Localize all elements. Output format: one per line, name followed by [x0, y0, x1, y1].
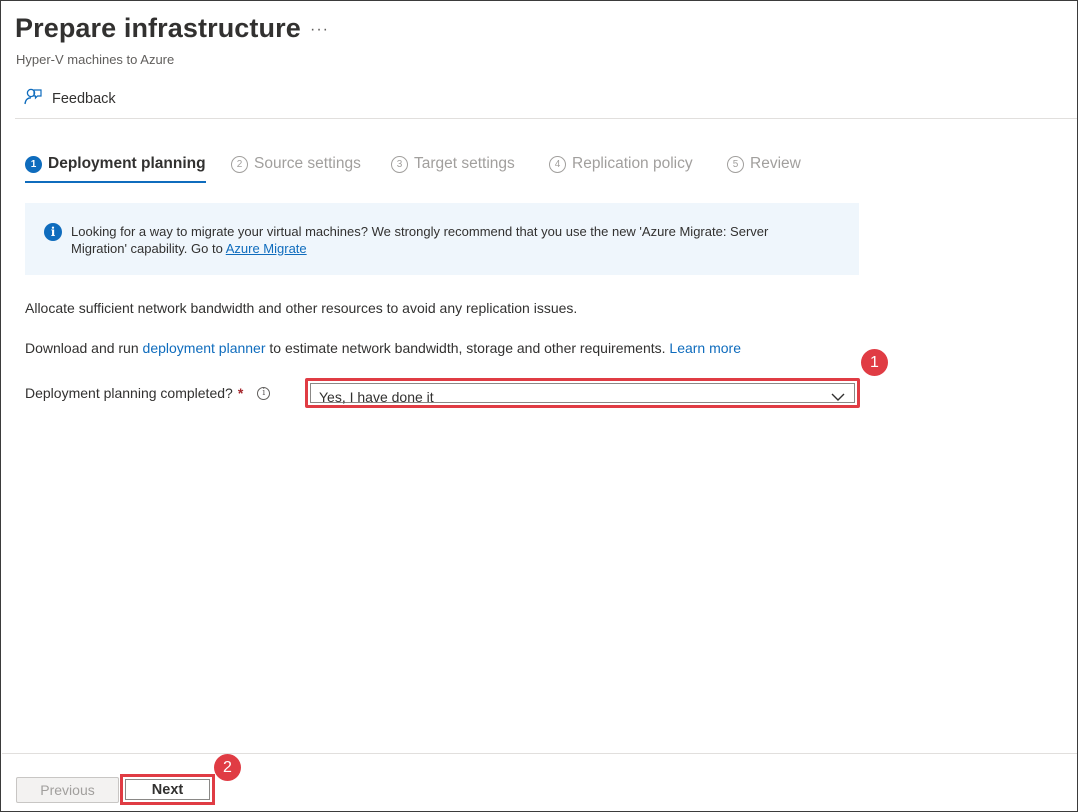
header-divider	[15, 118, 1077, 119]
step-number: 2	[231, 155, 248, 173]
step-label: Review	[750, 155, 801, 172]
previous-button[interactable]: Previous	[16, 777, 119, 803]
step-target-settings[interactable]: 3 Target settings	[391, 149, 515, 179]
step-number: 3	[391, 155, 408, 173]
deployment-planner-link[interactable]: deployment planner	[143, 340, 266, 356]
step-number: 1	[25, 155, 42, 173]
info-banner: i Looking for a way to migrate your virt…	[25, 203, 859, 275]
chevron-down-icon	[830, 390, 846, 409]
step-label: Source settings	[254, 155, 361, 172]
learn-more-link[interactable]: Learn more	[669, 340, 741, 356]
page-title: Prepare infrastructure	[15, 13, 301, 43]
next-button-highlight[interactable]: Next	[120, 774, 215, 805]
feedback-person-icon	[23, 87, 43, 111]
planner-paragraph: Download and run deployment planner to e…	[25, 340, 741, 356]
more-options-button[interactable]: ···	[310, 21, 329, 39]
planner-text-prefix: Download and run	[25, 340, 143, 356]
info-text-line1: Looking for a way to migrate your virtua…	[71, 224, 769, 239]
deployment-planning-dropdown[interactable]: Yes, I have done it	[305, 378, 860, 408]
step-review[interactable]: 5 Review	[727, 149, 801, 179]
next-button[interactable]: Next	[125, 779, 210, 800]
planner-text-suffix: to estimate network bandwidth, storage a…	[265, 340, 670, 356]
step-source-settings[interactable]: 2 Source settings	[231, 149, 361, 179]
step-label: Replication policy	[572, 155, 693, 172]
azure-migrate-link[interactable]: Azure Migrate	[226, 241, 307, 256]
feedback-button[interactable]: Feedback	[23, 87, 116, 111]
info-banner-text: Looking for a way to migrate your virtua…	[71, 223, 841, 257]
annotation-badge-2: 2	[214, 754, 241, 781]
info-tooltip-icon[interactable]: i	[257, 386, 271, 400]
field-label-text: Deployment planning completed?	[25, 385, 233, 401]
step-label: Target settings	[414, 155, 515, 172]
step-number: 5	[727, 155, 744, 173]
required-mark: *	[237, 385, 244, 401]
footer-divider	[2, 753, 1077, 754]
deployment-planning-label: Deployment planning completed? * i	[25, 385, 271, 401]
info-icon: i	[44, 223, 62, 241]
page-subtitle: Hyper-V machines to Azure	[16, 52, 175, 67]
step-replication-policy[interactable]: 4 Replication policy	[549, 149, 693, 179]
bandwidth-paragraph: Allocate sufficient network bandwidth an…	[25, 300, 578, 316]
annotation-badge-1: 1	[861, 349, 888, 376]
feedback-label: Feedback	[52, 91, 116, 107]
blade-panel: Prepare infrastructure ··· Hyper-V machi…	[0, 0, 1078, 812]
step-number: 4	[549, 155, 566, 173]
dropdown-selected-value: Yes, I have done it	[319, 389, 434, 405]
step-label: Deployment planning	[48, 155, 206, 172]
info-text-line2: Migration' capability. Go to	[71, 241, 226, 256]
dropdown-box: Yes, I have done it	[310, 383, 855, 405]
step-deployment-planning[interactable]: 1 Deployment planning	[25, 149, 206, 183]
